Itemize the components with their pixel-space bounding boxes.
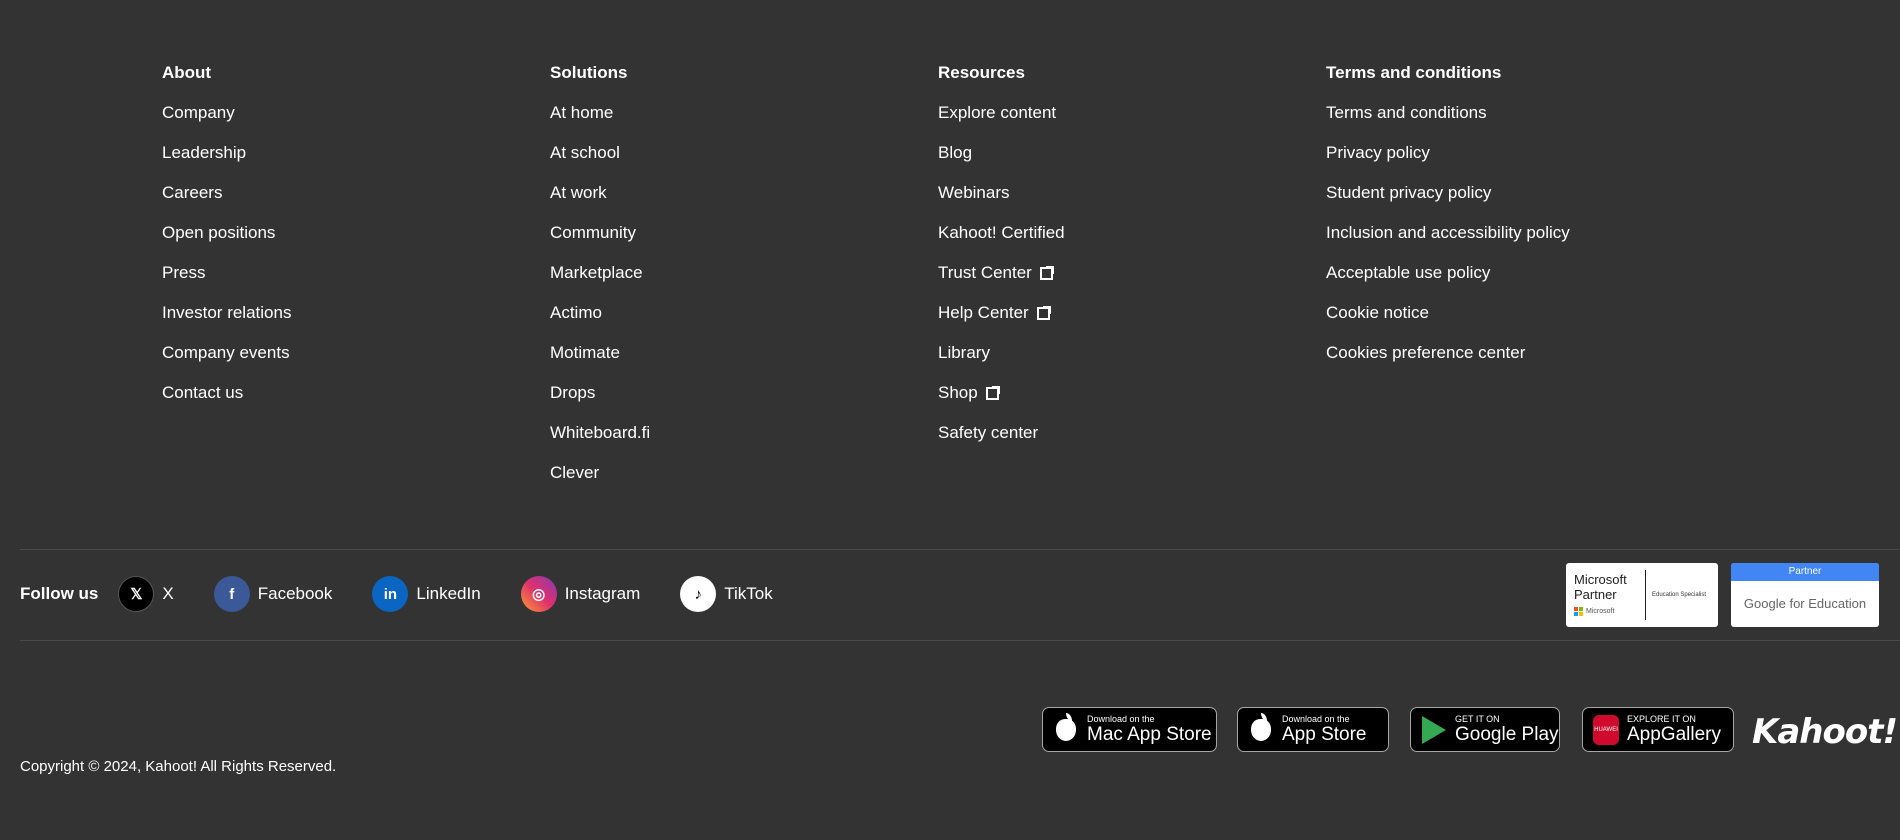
footer-link[interactable]: Safety center	[938, 422, 1326, 462]
footer-link[interactable]: Student privacy policy	[1326, 182, 1714, 222]
huawei-icon: HUAWEI	[1593, 714, 1619, 745]
social-label: Instagram	[564, 584, 641, 603]
store-big-text: App Store	[1282, 724, 1367, 745]
social-label: TikTok	[724, 584, 773, 603]
store-big-text: AppGallery	[1627, 724, 1721, 745]
footer-link[interactable]: Press	[162, 262, 550, 302]
footer-link[interactable]: Privacy policy	[1326, 142, 1714, 182]
column-resources: Resources Explore content Blog Webinars …	[938, 62, 1326, 502]
store-big-text: Google Play	[1455, 724, 1559, 745]
footer-link[interactable]: Shop	[938, 382, 1326, 422]
social-link-tiktok[interactable]: ♪ TikTok	[680, 576, 773, 612]
footer-link[interactable]: Terms and conditions	[1326, 102, 1714, 142]
social-label: X	[162, 584, 174, 603]
footer-link[interactable]: Inclusion and accessibility policy	[1326, 222, 1714, 262]
kahoot-logo[interactable]: Kahoot!	[1752, 712, 1898, 752]
external-link-icon	[1039, 266, 1054, 280]
store-small-text: Download on the	[1282, 714, 1350, 724]
column-heading: About	[162, 63, 212, 82]
footer-link[interactable]: Marketplace	[550, 262, 938, 302]
badge-text: Microsoft	[1574, 571, 1627, 587]
footer-link[interactable]: At home	[550, 102, 938, 142]
footer-link[interactable]: Company	[162, 102, 550, 142]
tiktok-icon: ♪	[680, 576, 717, 612]
store-small-text: Download on the	[1087, 714, 1155, 724]
apple-icon	[1248, 712, 1274, 744]
column-terms: Terms and conditions Terms and condition…	[1326, 62, 1714, 502]
store-big-text: Mac App Store	[1087, 724, 1212, 745]
footer-link[interactable]: Drops	[550, 382, 938, 422]
footer-link[interactable]: Cookie notice	[1326, 302, 1714, 342]
footer-link[interactable]: Acceptable use policy	[1326, 262, 1714, 302]
facebook-icon: f	[213, 576, 250, 612]
column-heading: Resources	[938, 63, 1025, 82]
footer-link[interactable]: Whiteboard.fi	[550, 422, 938, 462]
footer-link[interactable]: Investor relations	[162, 302, 550, 342]
column-heading: Terms and conditions	[1326, 63, 1502, 82]
social-link-x[interactable]: 𝕏 X	[118, 576, 174, 612]
x-icon: 𝕏	[118, 576, 155, 612]
footer-link[interactable]: Blog	[938, 142, 1326, 182]
footer-link[interactable]: Leadership	[162, 142, 550, 182]
copyright-text: Copyright © 2024, Kahoot! All Rights Res…	[20, 758, 337, 775]
store-small-text: GET IT ON	[1455, 714, 1500, 724]
google-for-education-badge: Partner Google for Education	[1731, 563, 1879, 627]
google-play-icon	[1421, 715, 1447, 744]
footer-link[interactable]: Actimo	[550, 302, 938, 342]
badge-text: Partner	[1731, 563, 1879, 581]
mac-app-store-button[interactable]: Download on the Mac App Store	[1042, 707, 1217, 752]
microsoft-logo-icon: Microsoft	[1574, 604, 1645, 619]
badge-text: Google for Education	[1743, 596, 1867, 611]
store-small-text: EXPLORE IT ON	[1627, 714, 1696, 724]
social-label: LinkedIn	[416, 584, 481, 603]
footer-link[interactable]: Webinars	[938, 182, 1326, 222]
footer-link-columns: About Company Leadership Careers Open po…	[162, 62, 1714, 502]
footer-link[interactable]: Trust Center	[938, 262, 1326, 302]
social-label: Facebook	[257, 584, 333, 603]
apple-icon	[1053, 712, 1079, 744]
footer-link[interactable]: Library	[938, 342, 1326, 382]
footer-link[interactable]: Careers	[162, 182, 550, 222]
follow-us-label: Follow us	[20, 584, 99, 603]
footer-link[interactable]: Kahoot! Certified	[938, 222, 1326, 262]
footer-link[interactable]: At work	[550, 182, 938, 222]
column-solutions: Solutions At home At school At work Comm…	[550, 62, 938, 502]
column-heading: Solutions	[550, 63, 628, 82]
divider	[20, 549, 1900, 550]
footer-link[interactable]: At school	[550, 142, 938, 182]
linkedin-icon: in	[372, 576, 409, 612]
social-link-facebook[interactable]: f Facebook	[213, 576, 333, 612]
footer-link[interactable]: Clever	[550, 462, 938, 502]
footer-link[interactable]: Contact us	[162, 382, 550, 422]
footer-link[interactable]: Open positions	[162, 222, 550, 262]
footer-link[interactable]: Motimate	[550, 342, 938, 382]
app-gallery-button[interactable]: HUAWEI EXPLORE IT ON AppGallery	[1582, 707, 1734, 752]
column-about: About Company Leadership Careers Open po…	[162, 62, 550, 502]
external-link-icon	[985, 386, 1000, 400]
footer-link[interactable]: Community	[550, 222, 938, 262]
footer-link[interactable]: Company events	[162, 342, 550, 382]
follow-us-bar: Follow us 𝕏 X f Facebook in LinkedIn ◎ I…	[20, 576, 813, 612]
external-link-icon	[1036, 306, 1051, 320]
social-link-linkedin[interactable]: in LinkedIn	[372, 576, 481, 612]
microsoft-partner-badge: Microsoft Partner Microsoft Education Sp…	[1566, 563, 1718, 627]
divider	[20, 640, 1900, 641]
footer-link[interactable]: Cookies preference center	[1326, 342, 1714, 382]
app-store-button[interactable]: Download on the App Store	[1237, 707, 1389, 752]
social-link-instagram[interactable]: ◎ Instagram	[520, 576, 641, 612]
badge-text: Partner	[1574, 586, 1617, 602]
footer-link[interactable]: Help Center	[938, 302, 1326, 342]
badge-specialty: Education Specialist	[1652, 592, 1707, 598]
instagram-icon: ◎	[520, 576, 557, 612]
google-play-button[interactable]: GET IT ON Google Play	[1410, 707, 1560, 752]
footer-link[interactable]: Explore content	[938, 102, 1326, 142]
